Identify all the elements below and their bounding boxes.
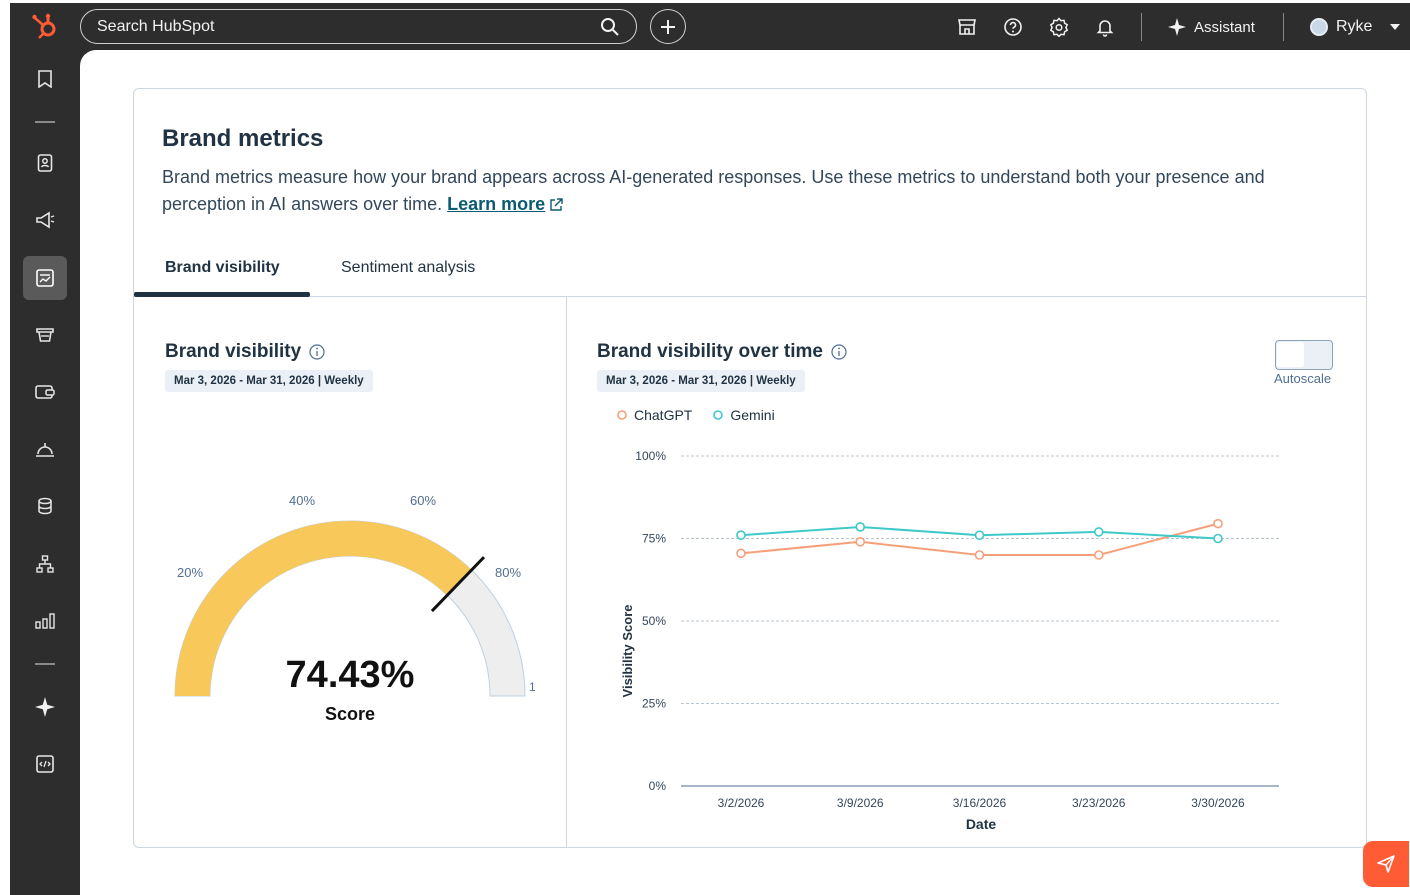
gauge-score-label: Score (325, 704, 375, 724)
marketplace-icon[interactable] (956, 16, 978, 38)
chat-launcher-button[interactable] (1363, 841, 1409, 887)
data-point-gemini (855, 522, 866, 532)
legend-label: ChatGPT (634, 407, 693, 423)
data-point-gemini (736, 530, 746, 540)
chart-date-range-badge: Mar 3, 2026 - Mar 31, 2026 | Weekly (597, 370, 805, 392)
legend-label: Gemini (730, 407, 775, 423)
data-point-chatgpt (736, 548, 746, 559)
search-input[interactable]: Search HubSpot (97, 18, 600, 36)
tab-sentiment-analysis[interactable]: Sentiment analysis (341, 259, 475, 277)
info-icon[interactable] (309, 344, 325, 360)
search-icon[interactable] (600, 17, 620, 37)
brand-metrics-card: Brand metrics Brand metrics measure how … (133, 88, 1367, 848)
info-icon[interactable] (831, 344, 847, 360)
sales-icon[interactable] (23, 313, 67, 357)
legend-marker (713, 410, 724, 420)
side-navigation (10, 50, 80, 895)
commerce-icon[interactable] (23, 370, 67, 414)
gauge-tick-label: 80% (495, 565, 521, 580)
autoscale-toggle[interactable] (1275, 340, 1333, 370)
autoscale-label: Autoscale (1274, 371, 1332, 386)
service-icon[interactable] (23, 427, 67, 471)
user-menu[interactable]: Ryke (1310, 14, 1401, 40)
gauge-tick-label: 40% (289, 493, 315, 508)
help-icon[interactable] (1002, 16, 1024, 38)
data-point-gemini (1213, 533, 1223, 544)
chart-panel-title: Brand visibility over time (597, 341, 847, 363)
data-point-chatgpt (974, 550, 985, 560)
chart-legend: ChatGPT Gemini (616, 407, 775, 423)
y-axis-label: Visibility Score (620, 605, 635, 698)
page-title: Brand metrics (162, 125, 324, 152)
data-point-chatgpt (1213, 518, 1223, 529)
chart-title-text: Brand visibility over time (597, 341, 823, 362)
search-bar[interactable]: Search HubSpot (80, 9, 637, 44)
gauge-chart: 40% 60% 20% 80% 1 74.43% Score (174, 493, 536, 724)
topbar-divider (1141, 13, 1142, 41)
send-icon (1377, 855, 1395, 873)
gauge-tick-label: 60% (410, 493, 436, 508)
main-content: Brand metrics Brand metrics measure how … (80, 50, 1410, 895)
line-chart: 0% 25% 50% 75% 100% 3/2/2026 3/9/2026 3/16/2026… (620, 449, 1279, 832)
y-tick-label: 25% (642, 697, 666, 711)
gauge-tick-label: 1 (529, 680, 536, 694)
gauge-date-range-badge: Mar 3, 2026 - Mar 31, 2026 | Weekly (165, 370, 373, 392)
automation-icon[interactable] (23, 542, 67, 586)
legend-item-gemini[interactable]: Gemini (712, 407, 775, 423)
data-icon[interactable] (23, 484, 67, 528)
panel-divider (566, 297, 567, 848)
x-tick-label: 3/30/2026 (1191, 796, 1245, 810)
marketing-icon[interactable] (23, 198, 67, 242)
tab-brand-visibility[interactable]: Brand visibility (165, 259, 280, 277)
tab-bar: Brand visibility Sentiment analysis (134, 249, 1366, 297)
settings-gear-icon[interactable] (1048, 16, 1070, 38)
create-button[interactable] (650, 9, 686, 44)
legend-marker (617, 410, 627, 420)
analytics-icon[interactable] (23, 599, 67, 643)
reporting-icon[interactable] (23, 256, 67, 300)
data-point-gemini (974, 530, 985, 540)
y-tick-label: 100% (635, 449, 666, 463)
hubspot-app: Search HubSpot Assistant Ryke Brand metr… (10, 3, 1410, 895)
y-tick-label: 50% (642, 614, 666, 628)
assistant-label: Assistant (1194, 18, 1255, 36)
gauge-tick-label: 20% (177, 565, 203, 580)
data-point-chatgpt (855, 537, 866, 547)
data-point-gemini (1093, 527, 1104, 537)
sparkle-icon (1168, 18, 1186, 36)
top-navigation-bar: Search HubSpot Assistant Ryke (10, 3, 1410, 50)
x-tick-label: 3/9/2026 (837, 796, 884, 810)
notifications-bell-icon[interactable] (1094, 16, 1116, 38)
x-axis-label: Date (966, 816, 997, 832)
nav-divider (35, 121, 55, 123)
toggle-knob (1277, 342, 1304, 367)
assistant-button[interactable]: Assistant (1168, 14, 1255, 40)
plus-icon (661, 19, 675, 34)
x-tick-label: 3/2/2026 (718, 796, 765, 810)
y-tick-label: 0% (649, 779, 667, 793)
hubspot-logo-icon[interactable] (30, 11, 60, 41)
avatar (1310, 18, 1328, 36)
gauge-panel-title: Brand visibility (165, 341, 325, 363)
x-tick-label: 3/16/2026 (953, 796, 1007, 810)
gauge-score-value: 74.43% (286, 654, 415, 696)
x-tick-label: 3/23/2026 (1072, 796, 1126, 810)
page-description: Brand metrics measure how your brand app… (162, 164, 1332, 218)
contacts-icon[interactable] (23, 141, 67, 185)
active-tab-indicator (134, 292, 310, 297)
user-name: Ryke (1336, 18, 1373, 35)
description-text: Brand metrics measure how your brand app… (162, 167, 1265, 214)
nav-divider (35, 663, 55, 665)
learn-more-link[interactable]: Learn more (447, 194, 545, 214)
external-link-icon[interactable] (549, 198, 563, 212)
developer-icon[interactable] (23, 742, 67, 786)
topbar-divider (1283, 13, 1284, 41)
gauge-title-text: Brand visibility (165, 341, 302, 362)
legend-item-chatgpt[interactable]: ChatGPT (616, 407, 692, 423)
y-tick-label: 75% (642, 532, 666, 546)
breeze-icon[interactable] (23, 685, 67, 729)
bookmark-icon[interactable] (23, 57, 67, 101)
chevron-down-icon (1390, 24, 1401, 30)
data-point-chatgpt (1093, 550, 1104, 560)
